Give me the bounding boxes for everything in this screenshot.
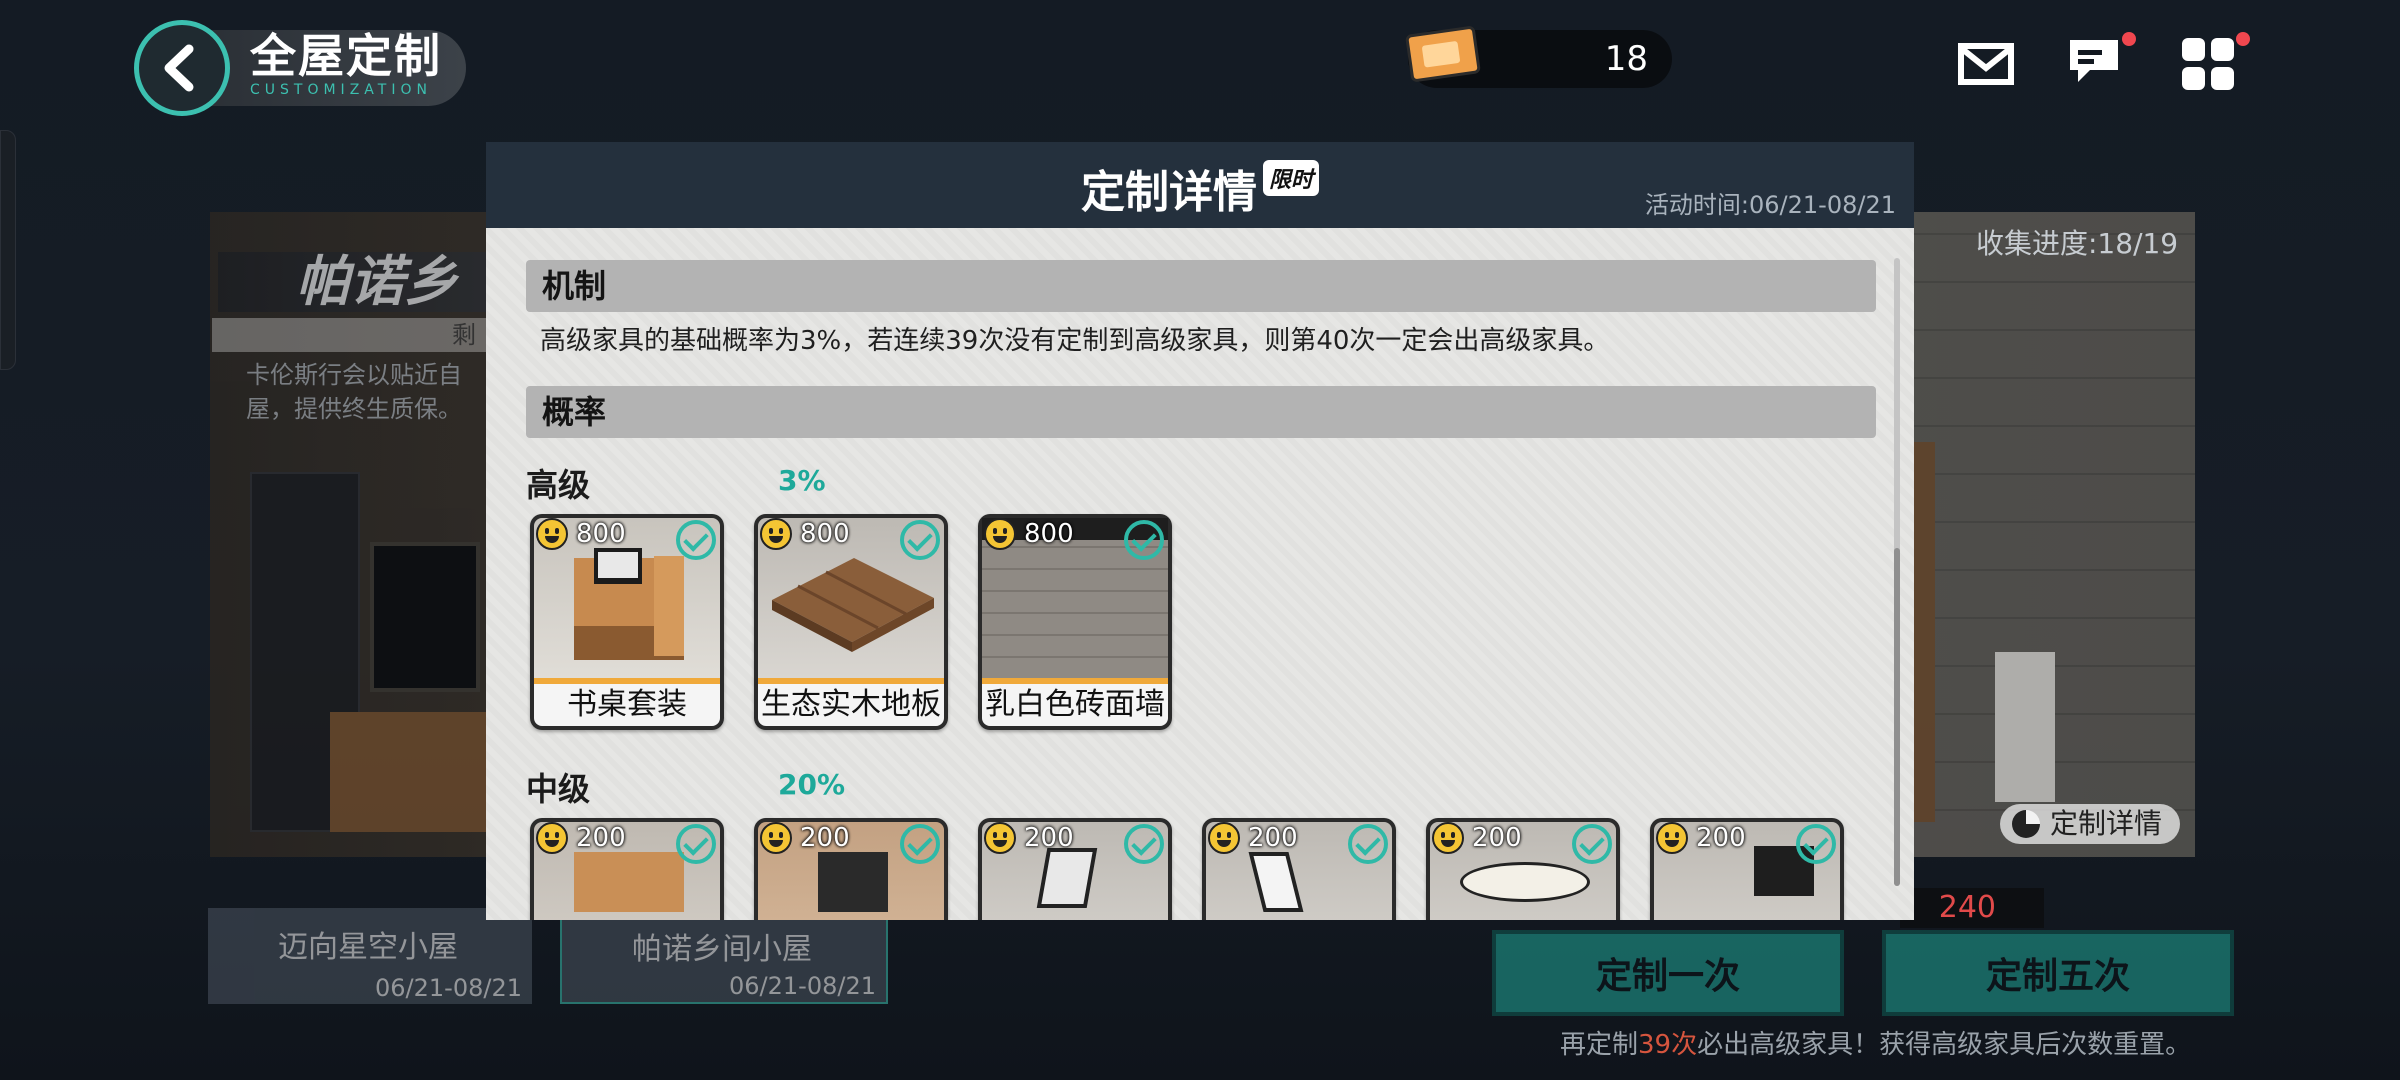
check-icon	[676, 824, 716, 864]
activity-time: 活动时间:06/21-08/21	[1644, 191, 1896, 219]
smile-icon	[1432, 822, 1464, 854]
furniture-cost: 200	[576, 823, 626, 853]
probability-header: 概率	[526, 386, 1876, 438]
furniture-card[interactable]: 200	[530, 818, 724, 920]
check-icon	[900, 520, 940, 560]
menu-button[interactable]	[2180, 32, 2250, 92]
pity-hint: 再定制39次必出高级家具！获得高级家具后次数重置。	[1560, 1030, 2192, 1060]
side-notch	[0, 130, 16, 370]
smile-icon	[984, 518, 1016, 550]
furniture-cost: 800	[576, 519, 626, 549]
furniture-card[interactable]: 200	[1650, 818, 1844, 920]
modal-body[interactable]: 机制 高级家具的基础概率为3%，若连续39次没有定制到高级家具，则第40次一定会…	[486, 228, 1914, 920]
check-icon	[1124, 824, 1164, 864]
detail-button-label: 定制详情	[2050, 807, 2163, 840]
mechanism-text: 高级家具的基础概率为3%，若连续39次没有定制到高级家具，则第40次一定会出高级…	[540, 326, 1610, 356]
page-subtitle: CUSTOMIZATION	[250, 82, 432, 98]
page-title: 全屋定制	[250, 29, 442, 83]
check-icon	[1348, 824, 1388, 864]
smile-icon	[760, 822, 792, 854]
furniture-cost: 200	[1472, 823, 1522, 853]
furniture-cost: 800	[800, 519, 850, 549]
check-icon	[900, 824, 940, 864]
customize-once-button[interactable]: 定制一次	[1492, 930, 1844, 1016]
menu-alert-dot	[2236, 32, 2250, 46]
collection-card-date: 06/21-08/21	[375, 974, 522, 1002]
furniture-cost: 800	[1024, 519, 1074, 549]
collection-card-title: 帕诺乡间小屋	[632, 932, 812, 967]
customize-cost: 240	[1900, 888, 2044, 928]
collection-card-date: 06/21-08/21	[729, 972, 876, 1000]
tier-percent-mid: 20%	[778, 768, 846, 801]
mail-button[interactable]	[1958, 36, 2022, 92]
check-icon	[1796, 824, 1836, 864]
check-icon	[1124, 520, 1164, 560]
smile-icon	[536, 518, 568, 550]
furniture-cost: 200	[1696, 823, 1746, 853]
furniture-card[interactable]: 200	[1426, 818, 1620, 920]
back-arrow-icon	[164, 44, 194, 92]
furniture-card[interactable]: 书桌套装 800	[530, 514, 724, 730]
tier-percent-high: 3%	[778, 464, 826, 497]
pie-icon	[2012, 810, 2040, 838]
furniture-cost: 200	[800, 823, 850, 853]
furniture-card[interactable]: 生态实木地板 800	[754, 514, 948, 730]
chat-icon	[2070, 40, 2118, 82]
mechanism-header: 机制	[526, 260, 1876, 312]
smile-icon	[760, 518, 792, 550]
detail-button[interactable]: 定制详情	[2000, 804, 2180, 844]
furniture-name: 生态实木地板	[758, 684, 944, 726]
furniture-card[interactable]: 200	[978, 818, 1172, 920]
customize-five-button[interactable]: 定制五次	[1882, 930, 2234, 1016]
title-plate: 全屋定制 CUSTOMIZATION	[190, 30, 466, 106]
furniture-card[interactable]: 乳白色砖面墙 800	[978, 514, 1172, 730]
modal-header: 定制详情 限时 活动时间:06/21-08/21	[486, 142, 1914, 228]
furniture-name: 乳白色砖面墙	[982, 684, 1168, 726]
smile-icon	[1208, 822, 1240, 854]
scrollbar-thumb[interactable]	[1894, 548, 1900, 886]
collection-card-starry[interactable]: 迈向星空小屋 06/21-08/21	[208, 908, 532, 1004]
ticket-icon	[1405, 25, 1481, 83]
ticket-currency[interactable]: 18	[1405, 25, 1672, 88]
tier-label-mid: 中级	[526, 770, 591, 808]
back-button[interactable]	[134, 20, 230, 116]
tier-label-high: 高级	[526, 466, 591, 504]
mail-icon	[1958, 43, 2014, 85]
smile-icon	[1656, 822, 1688, 854]
furniture-cost: 200	[1024, 823, 1074, 853]
grid-menu-icon	[2182, 38, 2234, 90]
limited-tag: 限时	[1262, 160, 1319, 196]
header: 全屋定制 CUSTOMIZATION	[134, 20, 466, 116]
collect-progress: 收集进度:18/19	[1976, 227, 2179, 260]
smile-icon	[984, 822, 1016, 854]
chat-alert-dot	[2122, 32, 2136, 46]
furniture-card[interactable]: 200	[1202, 818, 1396, 920]
furniture-cost: 200	[1248, 823, 1298, 853]
check-icon	[676, 520, 716, 560]
chat-button[interactable]	[2066, 32, 2136, 92]
collection-card-countryside[interactable]: 帕诺乡间小屋 06/21-08/21	[560, 908, 888, 1004]
collection-card-title: 迈向星空小屋	[278, 930, 458, 965]
smile-icon	[536, 822, 568, 854]
ticket-count: 18	[1604, 39, 1648, 79]
furniture-name: 书桌套装	[534, 684, 720, 726]
check-icon	[1572, 824, 1612, 864]
furniture-card[interactable]: 200	[754, 818, 948, 920]
